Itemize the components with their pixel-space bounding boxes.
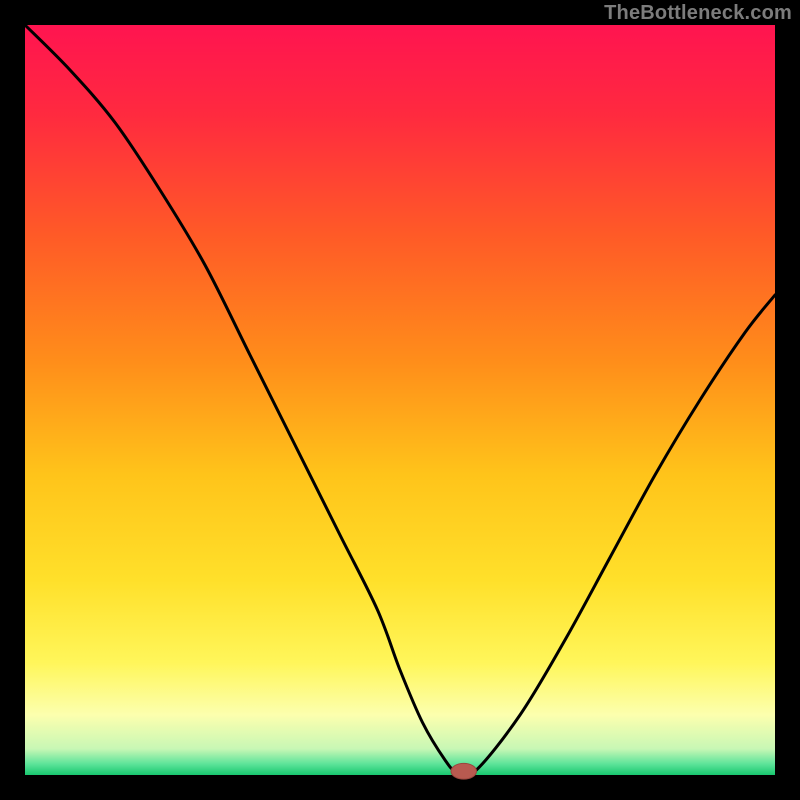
chart-stage: TheBottleneck.com	[0, 0, 800, 800]
chart-svg	[0, 0, 800, 800]
watermark-text: TheBottleneck.com	[604, 2, 792, 25]
optimal-point-marker	[451, 763, 477, 779]
gradient-background	[25, 25, 775, 775]
